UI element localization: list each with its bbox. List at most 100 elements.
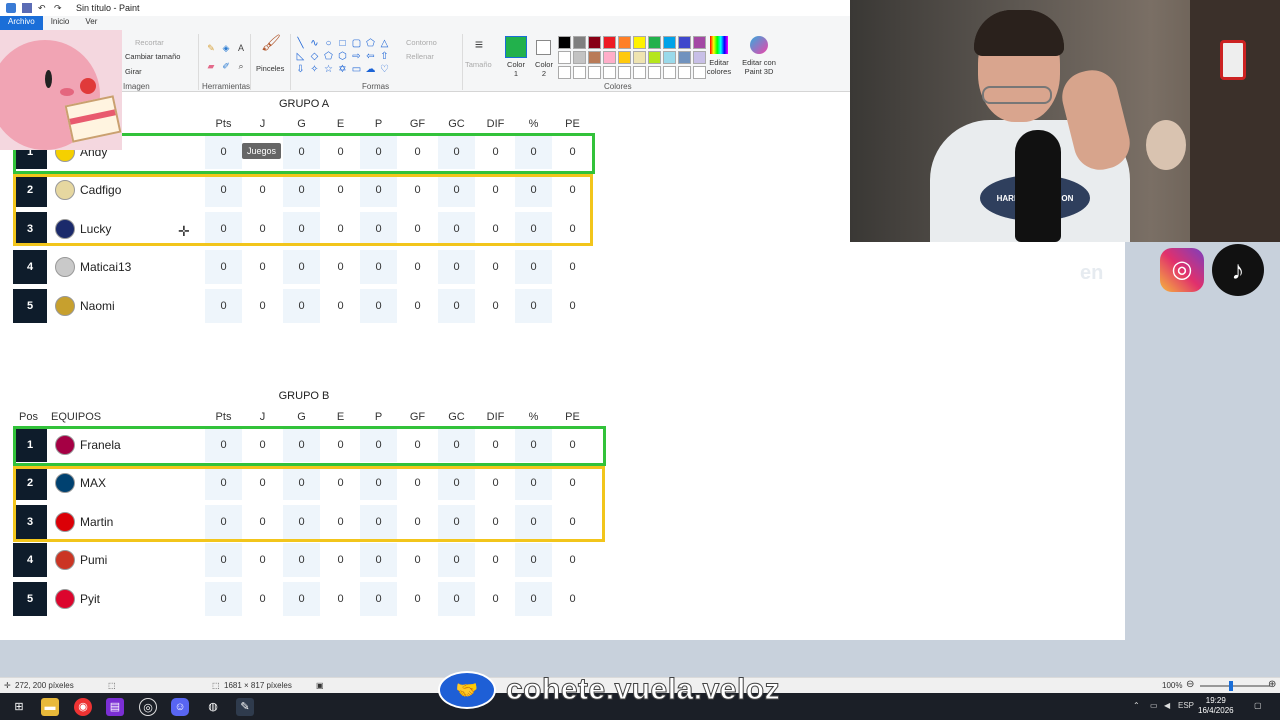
- palette-swatch[interactable]: [618, 51, 631, 64]
- eraser-icon[interactable]: ▰: [205, 60, 217, 72]
- palette-swatch[interactable]: [633, 36, 646, 49]
- text-icon[interactable]: A: [235, 42, 247, 54]
- color1-swatch[interactable]: [505, 36, 527, 58]
- arrow-left-shape-icon[interactable]: ⇦: [364, 51, 377, 63]
- palette-swatch[interactable]: [633, 51, 646, 64]
- palette-swatch[interactable]: [558, 51, 571, 64]
- paint3d-icon[interactable]: [750, 36, 768, 54]
- column-header: GF: [409, 411, 426, 423]
- palette-swatch[interactable]: [663, 66, 676, 79]
- instagram-icon: ◎: [1160, 248, 1204, 292]
- palette-swatch[interactable]: [648, 51, 661, 64]
- palette-swatch[interactable]: [618, 66, 631, 79]
- tab-ver[interactable]: Ver: [77, 16, 105, 30]
- hexagon-shape-icon[interactable]: ⬡: [336, 51, 349, 63]
- outline-button[interactable]: Contorno: [406, 38, 437, 47]
- resize-button[interactable]: Cambiar tamaño: [125, 52, 180, 61]
- zoom-slider[interactable]: [1200, 685, 1270, 687]
- zoom-slider-thumb[interactable]: [1229, 681, 1233, 691]
- roundrect-shape-icon[interactable]: ▢: [350, 38, 363, 50]
- app-purple-icon[interactable]: ▤: [106, 698, 124, 716]
- stat-cell: 0: [283, 288, 320, 323]
- palette-swatch[interactable]: [663, 51, 676, 64]
- diamond-shape-icon[interactable]: ◇: [308, 51, 321, 63]
- palette-swatch[interactable]: [603, 66, 616, 79]
- taskbar-clock[interactable]: 19:29 16/4/2026: [1198, 696, 1234, 716]
- network-icon[interactable]: ▭: [1150, 701, 1158, 710]
- color2-label: Color 2: [535, 60, 553, 78]
- arrow-up-shape-icon[interactable]: ⇧: [378, 51, 391, 63]
- volume-icon[interactable]: ◀: [1164, 701, 1170, 710]
- zoom-out-icon[interactable]: ⊖: [1186, 679, 1194, 690]
- brushes-button[interactable]: Pinceles: [256, 64, 284, 73]
- notifications-icon[interactable]: ▢: [1254, 701, 1262, 710]
- crop-button[interactable]: Recortar: [135, 38, 164, 47]
- line-shape-icon[interactable]: ╲: [294, 38, 307, 50]
- palette-swatch[interactable]: [558, 66, 571, 79]
- tab-inicio[interactable]: Inicio: [43, 16, 78, 30]
- chrome-icon[interactable]: ◉: [74, 698, 92, 716]
- size-button[interactable]: Tamaño: [465, 60, 492, 69]
- palette-swatch[interactable]: [678, 66, 691, 79]
- tab-archivo[interactable]: Archivo: [0, 16, 43, 30]
- app-icon-6[interactable]: ◍: [204, 698, 222, 716]
- palette-swatch[interactable]: [603, 36, 616, 49]
- palette-swatch[interactable]: [573, 66, 586, 79]
- palette-swatch[interactable]: [633, 66, 646, 79]
- rect-shape-icon[interactable]: □: [336, 38, 349, 50]
- palette-swatch[interactable]: [648, 66, 661, 79]
- rotate-button[interactable]: Girar: [125, 67, 142, 76]
- cloud-shape-icon[interactable]: ☁: [364, 64, 377, 76]
- palette-swatch[interactable]: [663, 36, 676, 49]
- callout-shape-icon[interactable]: ▭: [350, 64, 363, 76]
- arrow-right-shape-icon[interactable]: ⇨: [350, 51, 363, 63]
- brush-icon[interactable]: 🖌: [260, 36, 282, 60]
- file-explorer-icon[interactable]: ▬: [41, 698, 59, 716]
- palette-swatch[interactable]: [603, 51, 616, 64]
- palette-swatch[interactable]: [573, 36, 586, 49]
- palette-swatch[interactable]: [588, 51, 601, 64]
- undo-icon[interactable]: ↶: [38, 3, 48, 13]
- palette-swatch[interactable]: [678, 36, 691, 49]
- paint3d-button[interactable]: Editar con Paint 3D: [740, 58, 778, 76]
- paint-taskbar-icon[interactable]: ✎: [236, 698, 254, 716]
- star6-shape-icon[interactable]: ✡: [336, 64, 349, 76]
- shapes-gallery[interactable]: ╲ ∿ ○ □ ▢ ⬠ △ ◺ ◇ ⬠ ⬡ ⇨ ⇦ ⇧ ⇩ ✧ ☆ ✡ ▭ ☁ ♡: [294, 38, 398, 76]
- palette-swatch[interactable]: [618, 36, 631, 49]
- palette-swatch[interactable]: [648, 36, 661, 49]
- right-triangle-shape-icon[interactable]: ◺: [294, 51, 307, 63]
- size-icon[interactable]: ≡: [468, 37, 490, 58]
- color-picker-icon[interactable]: ✐: [220, 60, 232, 72]
- redo-icon[interactable]: ↷: [54, 3, 64, 13]
- pentagon-shape-icon[interactable]: ⬠: [322, 51, 335, 63]
- palette-swatch[interactable]: [693, 36, 706, 49]
- fill-button[interactable]: Rellenar: [406, 52, 434, 61]
- save-icon[interactable]: [22, 3, 32, 13]
- curve-shape-icon[interactable]: ∿: [308, 38, 321, 50]
- star5-shape-icon[interactable]: ☆: [322, 64, 335, 76]
- edit-colors-icon[interactable]: [710, 36, 728, 54]
- tray-chevron-icon[interactable]: ⌃: [1133, 701, 1140, 710]
- palette-swatch[interactable]: [558, 36, 571, 49]
- star4-shape-icon[interactable]: ✧: [308, 64, 321, 76]
- heart-shape-icon[interactable]: ♡: [378, 64, 391, 76]
- oval-shape-icon[interactable]: ○: [322, 38, 335, 50]
- edit-colors-button[interactable]: Editar colores: [704, 58, 734, 76]
- palette-swatch[interactable]: [678, 51, 691, 64]
- magnifier-icon[interactable]: ⌕: [235, 60, 247, 72]
- palette-swatch[interactable]: [588, 36, 601, 49]
- obs-icon[interactable]: ◎: [139, 698, 157, 716]
- arrow-down-shape-icon[interactable]: ⇩: [294, 64, 307, 76]
- windows-start-icon[interactable]: ⊞: [10, 698, 28, 716]
- tray-lang[interactable]: ESP: [1178, 701, 1194, 710]
- fill-icon[interactable]: ◈: [220, 42, 232, 54]
- pencil-icon[interactable]: ✎: [205, 42, 217, 54]
- palette-swatch[interactable]: [588, 66, 601, 79]
- polygon-shape-icon[interactable]: ⬠: [364, 38, 377, 50]
- color2-swatch[interactable]: [536, 40, 551, 55]
- triangle-shape-icon[interactable]: △: [378, 38, 391, 50]
- discord-icon[interactable]: ☺: [171, 698, 189, 716]
- stat-cell: 0: [438, 288, 475, 323]
- zoom-in-icon[interactable]: ⊕: [1268, 679, 1276, 690]
- palette-swatch[interactable]: [573, 51, 586, 64]
